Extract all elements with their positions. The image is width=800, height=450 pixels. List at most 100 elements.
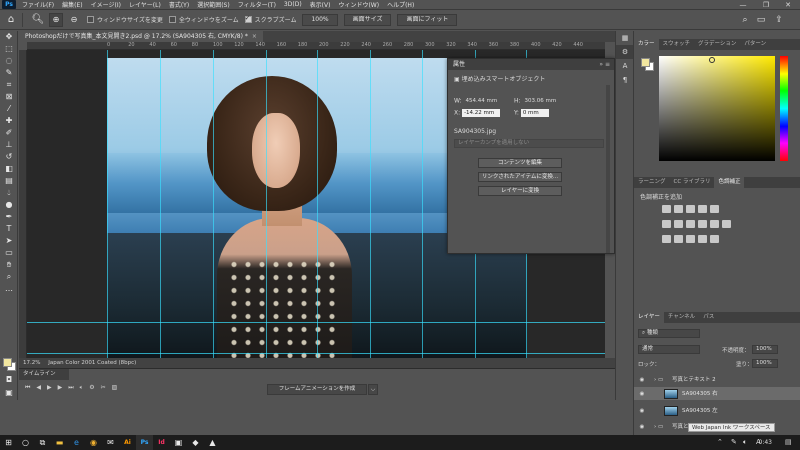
quick-mask-icon[interactable]: ◘ xyxy=(0,374,18,386)
create-animation-dropdown[interactable]: ⌵ xyxy=(368,384,378,395)
paragraph-panel-icon[interactable]: ¶ xyxy=(616,73,634,87)
properties-panel-icon[interactable]: ⚙ xyxy=(616,45,634,59)
properties-header[interactable]: 属性 » ≡ xyxy=(448,59,614,70)
guide-line[interactable] xyxy=(27,322,605,323)
document-tab[interactable]: Photoshopだけで写真集_本文見開き2.psd @ 17.2% (SA90… xyxy=(19,31,263,42)
tab-channels[interactable]: チャンネル xyxy=(664,312,699,323)
workspace-icon[interactable]: ▭ xyxy=(754,13,768,27)
quick-select-icon[interactable]: ✎ xyxy=(0,67,18,79)
visibility-eye-icon[interactable]: ◉ xyxy=(638,387,646,401)
character-panel-icon[interactable]: A xyxy=(616,59,634,73)
properties-scrollbar[interactable] xyxy=(606,85,610,253)
pen-tool-icon[interactable]: ✒ xyxy=(0,211,18,223)
menu-type[interactable]: 書式(Y) xyxy=(165,0,193,9)
screen-size-button[interactable]: 画面サイズ xyxy=(343,13,392,26)
hue-slider[interactable] xyxy=(780,56,788,161)
x-field[interactable]: -14.22 mm xyxy=(462,109,501,117)
menu-image[interactable]: イメージ(I) xyxy=(87,0,125,9)
exposure-icon[interactable] xyxy=(698,205,707,213)
mail-icon[interactable]: ✉ xyxy=(102,435,119,450)
screen-mode-icon[interactable]: ▣ xyxy=(0,387,18,399)
color-picker-dot[interactable] xyxy=(709,57,715,63)
tab-paths[interactable]: パス xyxy=(699,312,718,323)
gradient-map-icon[interactable] xyxy=(710,235,719,243)
task-view-icon[interactable]: ⧉ xyxy=(34,435,51,450)
restore-button[interactable]: ❐ xyxy=(755,0,777,10)
pen-tray-icon[interactable]: ✎ xyxy=(731,435,737,450)
zoom-in-icon[interactable]: ⊕ xyxy=(49,12,63,27)
tab-color[interactable]: カラー xyxy=(634,39,659,50)
path-select-icon[interactable]: ➤ xyxy=(0,235,18,247)
menu-layer[interactable]: レイヤー(L) xyxy=(125,0,165,9)
taskbar-clock[interactable]: 0:43 xyxy=(759,435,772,450)
eyedropper-icon[interactable]: ⁄ xyxy=(0,103,18,115)
vertical-ruler[interactable] xyxy=(19,50,27,358)
layer-row[interactable]: ◉ › ▭ 写真とテキスト 2 xyxy=(634,373,800,387)
opacity-field[interactable]: 100% xyxy=(752,345,778,354)
volume-icon[interactable]: 🔈︎ xyxy=(743,435,747,450)
crop-tool-icon[interactable]: ⌗ xyxy=(0,79,18,91)
guide-line[interactable] xyxy=(160,50,161,358)
timeline-controls[interactable]: ⏮◀▶▶⏭🔈︎⚙✂▨ xyxy=(25,384,123,392)
illustrator-icon[interactable]: Ai xyxy=(119,435,136,450)
search-icon[interactable]: ⌕ xyxy=(738,13,752,27)
color-field[interactable] xyxy=(659,56,775,161)
tab-swatches[interactable]: スウォッチ xyxy=(659,39,695,50)
brightness-icon[interactable] xyxy=(662,205,671,213)
menu-3d[interactable]: 3D(D) xyxy=(280,1,306,8)
layer-row[interactable]: ◉ SA904305 右 xyxy=(634,387,800,401)
home-icon[interactable]: ⌂ xyxy=(4,13,18,27)
guide-line[interactable] xyxy=(317,50,318,358)
tab-cc-libraries[interactable]: CC ライブラリ xyxy=(670,177,715,188)
zoom-out-icon[interactable]: ⊖ xyxy=(67,13,81,27)
frame-tool-icon[interactable]: ⊠ xyxy=(0,91,18,103)
stamp-tool-icon[interactable]: ⊥ xyxy=(0,139,18,151)
curves-icon[interactable] xyxy=(686,205,695,213)
convert-linked-button[interactable]: リンクされたアイテムに変換... xyxy=(478,172,562,182)
move-tool-icon[interactable]: ✥ xyxy=(0,31,18,43)
app-icon[interactable]: ▣ xyxy=(170,435,187,450)
blend-mode-select[interactable]: 通常 xyxy=(638,345,700,354)
vibrance-icon[interactable] xyxy=(710,205,719,213)
app-icon[interactable]: ▲ xyxy=(204,435,221,450)
notification-icon[interactable]: ▤ xyxy=(785,435,792,450)
history-panel-icon[interactable]: ▦ xyxy=(616,31,634,45)
folder-icon[interactable]: ▬ xyxy=(51,435,68,450)
timeline-tab[interactable]: タイムライン xyxy=(19,369,69,380)
visibility-eye-icon[interactable]: ◉ xyxy=(638,373,646,387)
more-tools-icon[interactable]: … xyxy=(0,283,18,295)
guide-line[interactable] xyxy=(370,50,371,358)
scrubby-zoom-checkbox[interactable]: スクラブズーム xyxy=(244,14,296,24)
edit-contents-button[interactable]: コンテンツを編集 xyxy=(478,158,562,168)
app-icon[interactable]: ◆ xyxy=(187,435,204,450)
eraser-icon[interactable]: ◧ xyxy=(0,163,18,175)
fit-screen-button[interactable]: 画面にフィット xyxy=(397,13,458,26)
create-frame-animation-button[interactable]: フレームアニメーションを作成 xyxy=(267,384,367,395)
menu-edit[interactable]: 編集(E) xyxy=(58,0,86,9)
zoom-100-button[interactable]: 100% xyxy=(302,13,338,26)
artboard-tool-icon[interactable]: ⬚ xyxy=(0,43,18,55)
color-lookup-icon[interactable] xyxy=(722,220,731,228)
layer-filter-select[interactable]: ⌕ 種類 xyxy=(638,329,700,338)
width-field[interactable]: 454.44 mm xyxy=(464,97,502,105)
color-balance-icon[interactable] xyxy=(674,220,683,228)
search-icon[interactable]: ○ xyxy=(17,435,34,450)
dodge-tool-icon[interactable]: ● xyxy=(0,199,18,211)
share-icon[interactable]: ⇪ xyxy=(772,13,786,27)
menu-filter[interactable]: フィルター(T) xyxy=(234,0,280,9)
resize-windows-checkbox[interactable]: ウィンドウサイズを変更 xyxy=(87,15,163,24)
guide-line[interactable] xyxy=(107,50,108,358)
guide-line[interactable] xyxy=(266,50,267,358)
gradient-tool-icon[interactable]: ▤ xyxy=(0,175,18,187)
hue-sat-icon[interactable] xyxy=(662,220,671,228)
minimize-button[interactable]: — xyxy=(732,0,754,10)
tray-chevron-icon[interactable]: ⌃ xyxy=(717,435,723,450)
channel-mixer-icon[interactable] xyxy=(710,220,719,228)
black-white-icon[interactable] xyxy=(686,220,695,228)
convert-to-layers-button[interactable]: レイヤーに変換 xyxy=(478,186,562,196)
windows-start-icon[interactable]: ⊞ xyxy=(0,435,17,450)
visibility-eye-icon[interactable]: ◉ xyxy=(638,404,646,418)
close-tab-icon[interactable]: × xyxy=(252,33,257,40)
fill-field[interactable]: 100% xyxy=(752,359,778,368)
guide-line[interactable] xyxy=(422,50,423,358)
